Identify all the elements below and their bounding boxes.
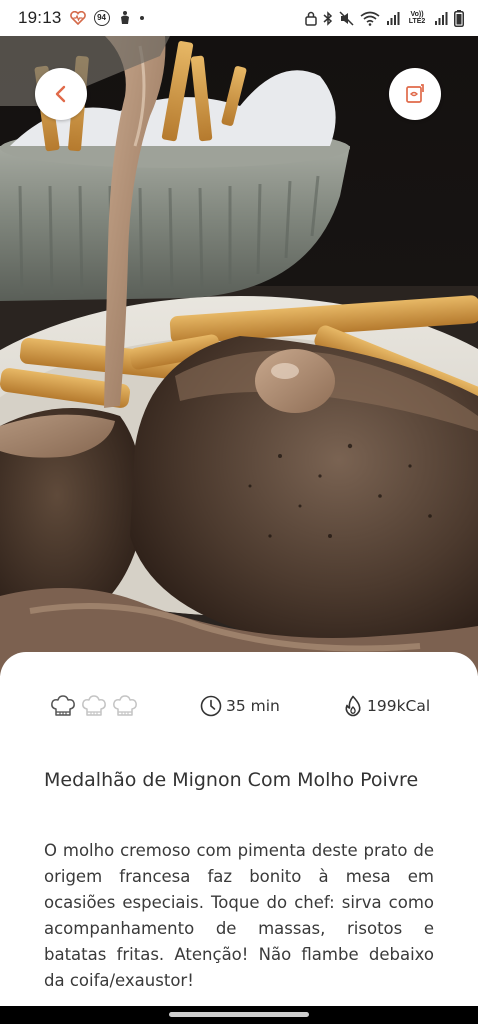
recipe-title: Medalhão de Mignon Com Molho Poivre bbox=[44, 769, 419, 791]
prep-time: 35 min bbox=[200, 695, 280, 717]
back-button[interactable] bbox=[35, 68, 87, 120]
save-recipe-button[interactable] bbox=[389, 68, 441, 120]
calories: 199kCal bbox=[343, 695, 430, 717]
difficulty-rating bbox=[50, 694, 138, 720]
flame-icon bbox=[345, 695, 361, 717]
health-heart-icon bbox=[69, 11, 86, 25]
system-navigation-bar bbox=[0, 1006, 478, 1024]
status-time: 19:13 bbox=[18, 8, 62, 27]
chef-hat-icon-filled bbox=[51, 695, 75, 716]
status-right: Vo)) LTE2 bbox=[305, 9, 464, 27]
drink-person-icon bbox=[118, 10, 132, 26]
lock-icon bbox=[305, 11, 317, 26]
mute-icon bbox=[339, 10, 354, 26]
recipe-meta-row: 35 min 199kCal bbox=[0, 694, 478, 724]
chef-hat-icon-empty-2 bbox=[113, 695, 137, 716]
bluetooth-icon bbox=[323, 10, 333, 26]
chef-hat-icon-empty bbox=[82, 695, 106, 716]
notification-count-badge: 94 bbox=[93, 10, 110, 26]
recipe-card-icon bbox=[406, 84, 424, 103]
battery-icon bbox=[454, 9, 464, 27]
signal-bars-icon bbox=[386, 11, 400, 25]
prep-time-value: 35 min bbox=[226, 697, 280, 715]
clock-icon bbox=[200, 695, 222, 717]
recipe-description: O molho cremoso com pimenta deste prato … bbox=[44, 841, 434, 990]
signal-bars-icon-2 bbox=[434, 11, 448, 25]
recipe-photo bbox=[0, 36, 478, 676]
home-gesture-handle[interactable] bbox=[169, 1012, 309, 1017]
chevron-left-icon bbox=[55, 85, 66, 103]
more-notifications-dot-icon bbox=[139, 16, 144, 20]
calories-value: 199kCal bbox=[367, 697, 431, 715]
status-bar: 19:13 94 Vo)) LTE2 bbox=[0, 0, 478, 36]
network-type-label: Vo)) LTE2 bbox=[408, 11, 426, 25]
wifi-icon bbox=[360, 11, 380, 26]
recipe-details-card: 35 min 199kCal Medalhão de Mignon Com Mo… bbox=[0, 652, 478, 1006]
status-left: 19:13 94 bbox=[18, 8, 144, 28]
